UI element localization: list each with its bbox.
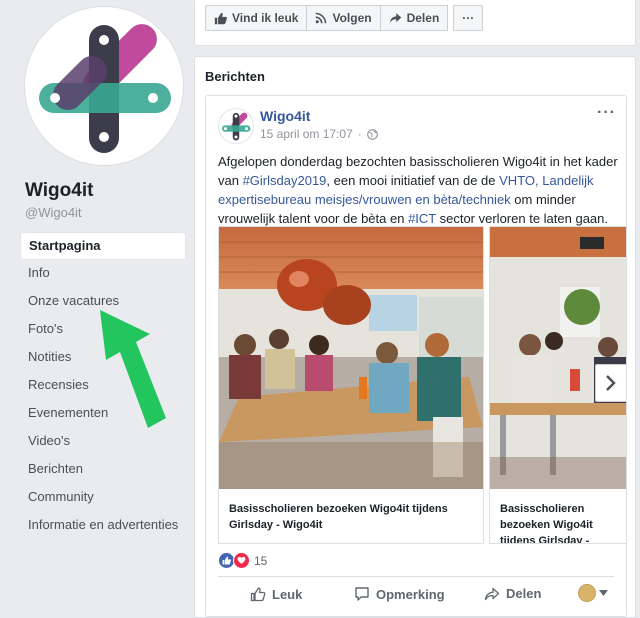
- chevron-right-icon: [606, 375, 616, 391]
- post-timestamp[interactable]: 15 april om 17:07: [260, 127, 353, 141]
- more-icon: ···: [462, 11, 475, 25]
- wigo4it-logo-small: [222, 112, 251, 141]
- love-reaction-icon: [233, 552, 250, 569]
- nav-item-info[interactable]: Info: [20, 260, 186, 288]
- post-divider: [218, 576, 614, 577]
- rss-icon: [316, 12, 327, 24]
- carousel-photo: [490, 227, 626, 489]
- share-post-label: Delen: [506, 586, 542, 601]
- nav-item-startpagina[interactable]: Startpagina: [20, 232, 186, 260]
- carousel-card[interactable]: Basisscholieren bezoeken Wigo4it tijdens…: [218, 226, 484, 544]
- post-action-bar: Leuk Opmerking Delen: [206, 580, 626, 612]
- post-author[interactable]: Wigo4it: [260, 108, 310, 124]
- thumbs-up-icon: [214, 12, 227, 24]
- posts-card: Berichten Wigo4it 15 april om 17:07 · ··…: [194, 56, 636, 618]
- wigo4it-logo: [39, 24, 171, 153]
- carousel-caption: Basisscholieren bezoeken Wigo4it tijdens…: [229, 503, 448, 531]
- caret-down-icon: [599, 590, 608, 596]
- more-options-button[interactable]: ···: [453, 5, 484, 31]
- share-page-label: Delen: [406, 11, 440, 25]
- post-text: Afgelopen donderdag bezochten basisschol…: [218, 152, 618, 228]
- thumbs-up-outline-icon: [250, 587, 266, 602]
- nav-item-berichten[interactable]: Berichten: [20, 456, 186, 484]
- post-meta: 15 april om 17:07 ·: [260, 127, 378, 141]
- page-handle: @Wigo4it: [25, 205, 82, 220]
- like-post-button[interactable]: Leuk: [250, 586, 302, 602]
- user-avatar: [578, 584, 596, 602]
- comment-label: Opmerking: [376, 586, 445, 602]
- hashtag-ict-link[interactable]: #ICT: [408, 211, 436, 226]
- page-name[interactable]: Wigo4it: [25, 180, 93, 202]
- hashtag-girlsday-link[interactable]: #Girlsday2019: [243, 173, 327, 188]
- posts-section-title: Berichten: [205, 69, 265, 84]
- share-arrow-icon: [484, 587, 500, 600]
- post-avatar[interactable]: [218, 108, 254, 144]
- post: Wigo4it 15 april om 17:07 · ··· Afgelope…: [205, 95, 627, 617]
- share-arrow-icon: [389, 13, 401, 23]
- reaction-count: 15: [254, 553, 268, 568]
- nav-item-videos[interactable]: Video's: [20, 428, 186, 456]
- carousel-photo: [219, 227, 483, 489]
- nav-item-info-advertenties[interactable]: Informatie en advertenties: [20, 512, 186, 540]
- reactions-summary[interactable]: 15: [218, 552, 267, 569]
- post-text-part: sector verloren te laten gaan.: [436, 211, 608, 226]
- carousel-caption: Basisscholieren bezoeken Wigo4it tijdens…: [500, 503, 593, 544]
- page-actions-card: Vind ik leuk Volgen Delen ···: [194, 0, 636, 46]
- like-page-label: Vind ik leuk: [232, 11, 299, 25]
- share-page-button[interactable]: Delen: [379, 5, 449, 31]
- page-action-buttons: Vind ik leuk Volgen Delen ···: [205, 5, 484, 31]
- link-carousel: Basisscholieren bezoeken Wigo4it tijdens…: [218, 226, 626, 544]
- follow-button[interactable]: Volgen: [306, 5, 381, 31]
- post-as-selector[interactable]: [578, 584, 608, 602]
- like-page-button[interactable]: Vind ik leuk: [205, 5, 308, 31]
- comment-icon: [355, 587, 369, 601]
- carousel-next-button[interactable]: [595, 364, 626, 402]
- nav-item-community[interactable]: Community: [20, 484, 186, 512]
- main-column: Vind ik leuk Volgen Delen ··· Berichten …: [194, 0, 640, 618]
- globe-icon: [366, 128, 378, 140]
- post-more-icon[interactable]: ···: [597, 104, 616, 122]
- like-post-label: Leuk: [272, 586, 303, 602]
- comment-button[interactable]: Opmerking: [354, 586, 445, 602]
- green-arrow-annotation: [100, 310, 166, 428]
- share-post-button[interactable]: Delen: [484, 586, 541, 601]
- profile-picture[interactable]: [24, 6, 184, 166]
- follow-label: Volgen: [332, 11, 372, 25]
- post-text-part: , een mooi initiatief van de de: [326, 173, 500, 188]
- left-sidebar: Wigo4it @Wigo4it Startpagina Info Onze v…: [0, 0, 193, 610]
